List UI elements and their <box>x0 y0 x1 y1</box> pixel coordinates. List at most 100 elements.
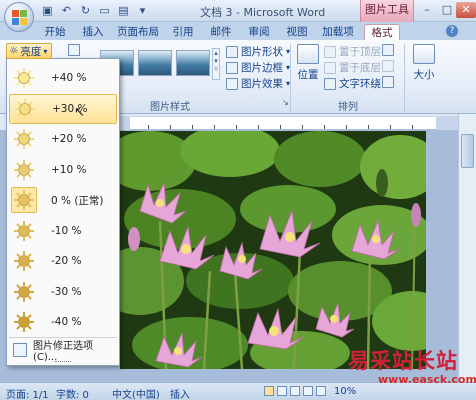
brightness-option[interactable]: +30 % ↖ <box>9 93 117 124</box>
tab-add-ins[interactable]: 加载项 <box>318 24 358 40</box>
brightness-option-label: +10 % <box>51 163 87 176</box>
size-button[interactable]: 大小 <box>410 44 438 82</box>
tab-references[interactable]: 引用 <box>168 24 198 40</box>
picture-style-thumb-2[interactable] <box>138 50 172 76</box>
brightness-option[interactable]: -20 % <box>9 246 117 276</box>
resize-grip[interactable] <box>55 361 71 364</box>
repeat-icon[interactable]: ↻ <box>78 3 93 18</box>
tab-view[interactable]: 视图 <box>282 24 312 40</box>
chevron-down-icon: ▾ <box>43 46 48 56</box>
brightness-option-label: +40 % <box>51 72 87 84</box>
brightness-option-label: -40 % <box>51 316 82 328</box>
brightness-option[interactable]: +20 % <box>9 124 117 154</box>
dialog-launcher-icon[interactable]: ↘ <box>282 98 289 107</box>
customize-qat-icon[interactable]: ▾ <box>135 3 150 18</box>
tab-review[interactable]: 审阅 <box>244 24 274 40</box>
brightness-button[interactable]: ☼ 亮度 ▾ <box>6 43 52 59</box>
maximize-button[interactable]: □ <box>436 2 458 18</box>
picture-border-button[interactable]: 图片边框 ▾ <box>226 60 290 75</box>
group-divider <box>290 44 291 112</box>
minimize-button[interactable]: – <box>416 2 438 18</box>
picture-styles-group-label: 图片样式 <box>150 102 190 113</box>
arrange-group-label: 排列 <box>338 102 358 113</box>
brightness-option[interactable]: +40 % <box>9 63 117 93</box>
crop-icon[interactable] <box>68 44 80 56</box>
send-to-back-button[interactable]: 置于底层 <box>324 60 381 75</box>
sun-icon <box>11 279 37 305</box>
brightness-option-label: -10 % <box>51 224 82 237</box>
sun-icon <box>11 126 37 152</box>
rotate-icon <box>382 76 394 88</box>
ribbon-tabs: 开始 插入 页面布局 引用 邮件 审阅 视图 加载项 格式 ? <box>0 22 476 40</box>
send-back-icon <box>324 61 336 74</box>
outline-view-icon[interactable] <box>303 386 313 396</box>
print-layout-view-icon[interactable] <box>264 386 274 396</box>
scrollbar-thumb[interactable] <box>461 134 474 168</box>
picture-options-icon <box>13 343 27 357</box>
tab-format[interactable]: 格式 <box>364 24 400 40</box>
tab-home[interactable]: 开始 <box>40 24 70 40</box>
status-insert-mode[interactable]: 插入 <box>170 386 190 400</box>
group-button[interactable] <box>382 60 394 72</box>
picture-correction-options-item[interactable]: 图片修正选项(C)... <box>9 341 117 363</box>
brightness-option-label: -30 % <box>51 285 82 298</box>
align-icon <box>382 44 394 56</box>
mouse-cursor-icon: ↖ <box>74 104 85 120</box>
picture-border-icon <box>226 61 238 74</box>
brightness-option[interactable]: -10 % <box>9 216 117 246</box>
tab-mailings[interactable]: 邮件 <box>206 24 236 40</box>
close-button[interactable]: ✕ <box>456 2 476 18</box>
size-icon <box>413 44 435 64</box>
office-logo-icon <box>12 10 27 25</box>
web-layout-view-icon[interactable] <box>290 386 300 396</box>
sun-icon <box>11 248 37 274</box>
brightness-option[interactable]: +10 % <box>9 155 117 185</box>
status-words[interactable]: 字数: 0 <box>56 386 89 400</box>
position-button[interactable]: 位置 <box>294 44 322 82</box>
watermark: 易采站长站 www.easck.com <box>348 345 476 397</box>
office-button[interactable] <box>4 2 34 32</box>
undo-icon[interactable]: ↶ <box>59 3 74 18</box>
picture-tools-context-tab: 图片工具 <box>360 0 414 22</box>
picture-shape-button[interactable]: 图片形状 ▾ <box>226 44 290 59</box>
text-wrap-button[interactable]: 文字环绕 <box>324 76 381 91</box>
brightness-option[interactable]: -30 % <box>9 277 117 307</box>
sun-icon: ☼ <box>9 45 19 57</box>
vertical-scrollbar[interactable] <box>458 114 476 382</box>
tab-insert[interactable]: 插入 <box>78 24 108 40</box>
brightness-option-label: +20 % <box>51 133 87 145</box>
brightness-dropdown-menu: +40 % +30 % ↖ +20 % +10 % 0 % (正常) -10 % -20 % -… <box>6 58 120 366</box>
status-language[interactable]: 中文(中国) <box>112 386 160 400</box>
picture-style-thumb-3[interactable] <box>176 50 210 76</box>
brightness-option[interactable]: 0 % (正常) <box>9 185 117 215</box>
sun-icon <box>11 157 37 183</box>
sun-icon <box>11 65 37 91</box>
lotus-photo[interactable] <box>120 131 426 369</box>
bring-to-front-button[interactable]: 置于顶层 <box>324 44 381 59</box>
lotus-image <box>120 131 426 369</box>
open-folder-icon[interactable]: ▤ <box>116 3 131 18</box>
title-bar: ▣ ↶ ↻ ▭ ▤ ▾ 文档 3 - Microsoft Word 图片工具 –… <box>0 0 476 22</box>
full-screen-view-icon[interactable] <box>277 386 287 396</box>
picture-shape-icon <box>226 45 238 58</box>
draft-view-icon[interactable] <box>316 386 326 396</box>
watermark-url: www.easck.com <box>378 373 476 386</box>
align-button[interactable] <box>382 44 394 56</box>
quick-access-toolbar: ▣ ↶ ↻ ▭ ▤ ▾ <box>40 3 150 18</box>
picture-effects-icon <box>226 77 238 90</box>
new-document-icon[interactable]: ▭ <box>97 3 112 18</box>
save-icon[interactable]: ▣ <box>40 3 55 18</box>
text-wrap-icon <box>324 77 336 90</box>
group-divider <box>404 44 405 112</box>
rotate-button[interactable] <box>382 76 394 88</box>
styles-more-icon[interactable]: ▴ ▾ ▿ <box>212 48 220 80</box>
brightness-option[interactable]: -40 % <box>9 307 117 337</box>
picture-effects-button[interactable]: 图片效果 ▾ <box>226 76 290 91</box>
horizontal-ruler <box>118 116 458 130</box>
sun-icon <box>11 309 37 335</box>
status-page[interactable]: 页面: 1/1 <box>6 386 49 400</box>
watermark-text: 易采站长站 <box>348 348 458 373</box>
tab-page-layout[interactable]: 页面布局 <box>116 24 160 40</box>
bring-front-icon <box>324 45 336 58</box>
help-icon[interactable]: ? <box>446 25 458 37</box>
